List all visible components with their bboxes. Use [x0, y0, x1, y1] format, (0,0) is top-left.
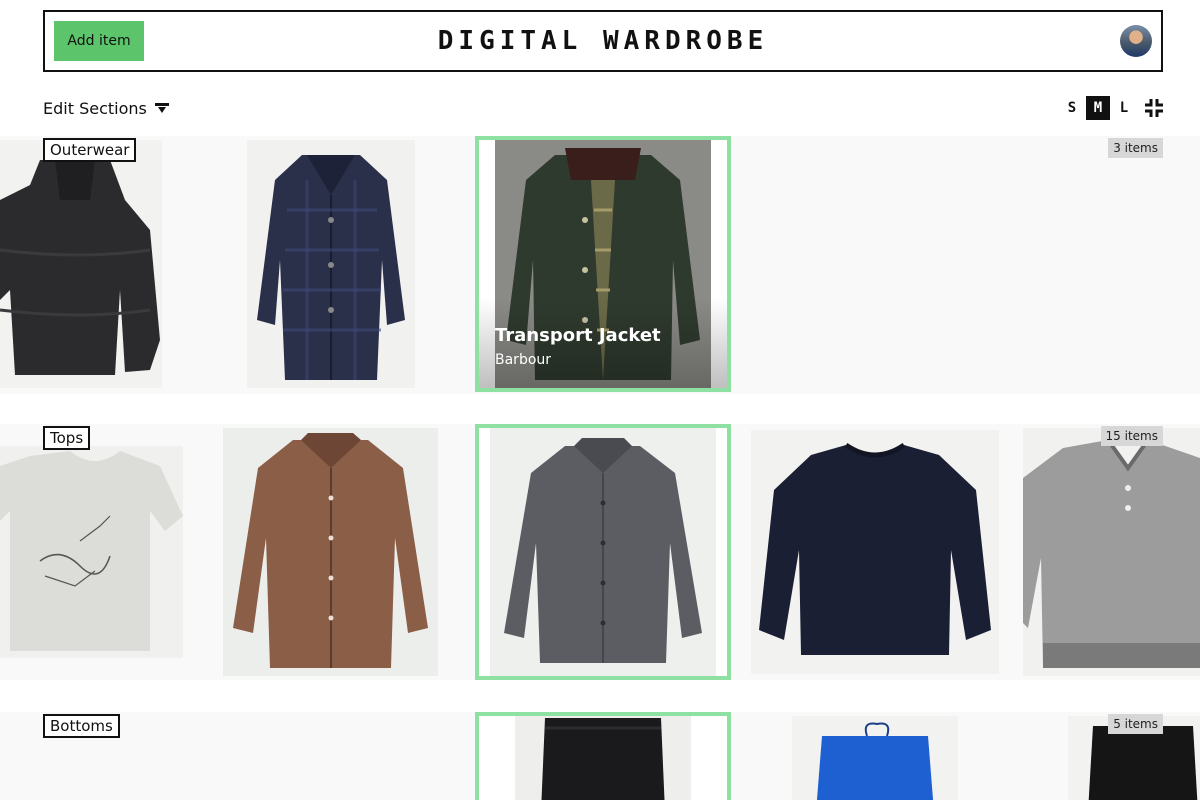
- check-shirt-image: [223, 428, 438, 676]
- item-card-flannel-shirt[interactable]: [475, 424, 731, 680]
- graphic-tee-image: [0, 446, 183, 658]
- plaid-coat-image: [247, 140, 415, 388]
- edit-sections-dropdown[interactable]: Edit Sections: [43, 97, 169, 119]
- app-header: Add item DIGITAL WARDROBE: [43, 10, 1163, 72]
- section-bottoms: Bottoms 5 items: [0, 712, 1200, 800]
- item-card-transport-jacket[interactable]: Transport Jacket Barbour: [475, 136, 731, 392]
- item-card-black-jeans[interactable]: [475, 712, 731, 800]
- puffer-jacket-image: [0, 140, 162, 388]
- section-tops: Tops 15 items: [0, 424, 1200, 680]
- section-label[interactable]: Tops: [43, 426, 91, 450]
- item-card-puffer-jacket[interactable]: [0, 140, 162, 388]
- crewneck-sweatshirt-image: [751, 430, 999, 674]
- app-title: DIGITAL WARDROBE: [437, 26, 769, 56]
- blue-sweatpants-image: [792, 716, 958, 800]
- item-card-check-shirt[interactable]: [223, 428, 438, 676]
- user-avatar[interactable]: [1120, 25, 1152, 57]
- item-card-crewneck-sweatshirt[interactable]: [751, 430, 999, 674]
- caret-down-icon: [154, 103, 169, 113]
- item-name: Transport Jacket: [495, 325, 661, 346]
- item-card-graphic-tee[interactable]: [0, 446, 183, 658]
- section-label[interactable]: Outerwear: [43, 138, 137, 162]
- item-count-badge: 3 items: [1108, 138, 1163, 158]
- section-outerwear: Outerwear 3 items Transport Jacket Barbo…: [0, 136, 1200, 394]
- size-large-option[interactable]: L: [1114, 98, 1134, 118]
- item-card-plaid-coat[interactable]: [247, 140, 415, 388]
- flannel-shirt-image: [490, 428, 716, 676]
- section-label[interactable]: Bottoms: [43, 714, 120, 738]
- houndstooth-polo-image: [1023, 428, 1200, 676]
- item-card-houndstooth-polo[interactable]: [1023, 428, 1200, 676]
- item-brand: Barbour: [495, 352, 552, 368]
- item-count-badge: 15 items: [1100, 426, 1163, 446]
- size-toggle: S M L: [1062, 96, 1134, 120]
- size-medium-option[interactable]: M: [1086, 96, 1110, 120]
- item-caption: Transport Jacket Barbour: [495, 325, 661, 368]
- size-small-option[interactable]: S: [1062, 98, 1082, 118]
- item-count-badge: 5 items: [1108, 714, 1163, 734]
- item-card-blue-sweatpants[interactable]: [792, 716, 958, 800]
- collapse-icon[interactable]: [1143, 97, 1165, 119]
- black-jeans-image: [515, 716, 691, 800]
- edit-sections-label: Edit Sections: [43, 98, 147, 118]
